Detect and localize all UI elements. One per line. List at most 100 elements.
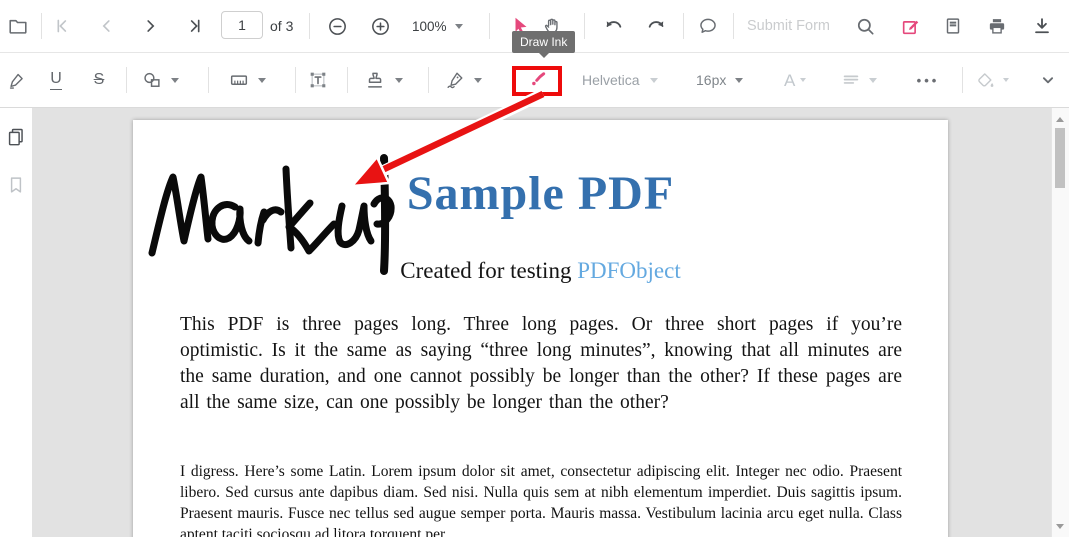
zoom-out-button[interactable]	[321, 10, 353, 42]
print-button[interactable]	[981, 10, 1013, 42]
speech-bubble-icon	[697, 15, 719, 37]
strikeout-tool-button[interactable]: S	[83, 64, 115, 96]
search-button[interactable]	[849, 10, 881, 42]
text-color-icon: A	[784, 72, 795, 89]
ruler-tool-dropdown[interactable]	[228, 53, 266, 107]
submit-form-button[interactable]: Submit Form	[747, 0, 830, 52]
signature-pen-icon	[444, 69, 466, 91]
document-title: Sample PDF	[133, 166, 948, 221]
chevron-down-icon	[171, 78, 179, 83]
chevron-down-icon	[735, 78, 743, 83]
panel-toggle-button[interactable]	[2, 10, 34, 42]
pdf-viewer-app: { "tooltip": { "label": "Draw Ink" }, "t…	[0, 0, 1069, 537]
highlight-tool-button[interactable]	[0, 64, 32, 96]
font-size-dropdown[interactable]: 16px	[696, 53, 743, 107]
shapes-tool-dropdown[interactable]	[141, 53, 179, 107]
font-size-label: 16px	[696, 72, 726, 88]
marker-pen-icon	[6, 70, 27, 91]
undo-button[interactable]	[597, 10, 629, 42]
scroll-up-arrow[interactable]	[1056, 117, 1064, 122]
stamp-icon	[364, 69, 386, 91]
download-icon	[1031, 15, 1053, 37]
divider	[347, 67, 348, 93]
first-page-icon	[53, 15, 75, 37]
ellipsis-icon: •••	[917, 73, 940, 88]
divider	[489, 13, 490, 39]
divider	[41, 13, 42, 39]
text-box-icon	[307, 69, 329, 91]
scroll-down-arrow[interactable]	[1056, 524, 1064, 529]
chevron-down-icon	[1003, 78, 1009, 82]
fill-color-dropdown[interactable]	[975, 53, 1009, 107]
chevron-right-icon	[139, 15, 161, 37]
font-family-dropdown[interactable]: Helvetica	[582, 53, 658, 107]
underline-tool-button[interactable]: U	[40, 64, 72, 96]
document-subtitle: Created for testing PDFObject	[133, 258, 948, 284]
chevron-down-icon	[650, 78, 658, 83]
zoom-level-dropdown[interactable]: 100%	[412, 0, 463, 52]
annotate-mode-button[interactable]	[895, 10, 927, 42]
folder-icon	[7, 15, 29, 37]
last-page-icon	[182, 15, 204, 37]
first-page-button[interactable]	[48, 10, 80, 42]
divider	[428, 67, 429, 93]
text-color-dropdown[interactable]: A	[784, 53, 806, 107]
draw-ink-tooltip: Draw Ink	[512, 31, 575, 53]
paragraph: This PDF is three pages long. Three long…	[180, 312, 902, 416]
chevron-down-icon	[1037, 69, 1059, 91]
edit-annotation-icon	[900, 15, 922, 37]
underline-icon: U	[50, 71, 62, 90]
page-count-label: of 3	[270, 0, 293, 52]
redo-button[interactable]	[641, 10, 673, 42]
thumbnails-panel-button[interactable]	[3, 124, 29, 150]
zoom-out-icon	[326, 15, 349, 38]
chevron-down-icon	[395, 78, 403, 83]
left-sidebar	[0, 108, 32, 537]
font-family-label: Helvetica	[582, 72, 640, 88]
zoom-in-icon	[369, 15, 392, 38]
divider	[962, 67, 963, 93]
collapse-toolbar-button[interactable]	[1032, 64, 1064, 96]
comments-button[interactable]	[692, 10, 724, 42]
align-lines-icon	[840, 69, 862, 91]
previous-page-button[interactable]	[91, 10, 123, 42]
subtitle-text: Created for testing	[400, 258, 577, 283]
pages-icon	[5, 126, 27, 148]
chevron-down-icon	[258, 78, 266, 83]
outlines-panel-button[interactable]	[3, 172, 29, 198]
redo-icon	[646, 15, 668, 37]
notes-list-icon	[942, 15, 964, 37]
strikethrough-icon: S	[94, 72, 105, 88]
document-scroll-area[interactable]: Sample PDF Created for testing PDFObject…	[32, 108, 1052, 537]
shapes-icon	[141, 69, 163, 91]
notes-panel-button[interactable]	[937, 10, 969, 42]
chevron-down-icon	[869, 78, 877, 83]
divider	[208, 67, 209, 93]
divider	[733, 13, 734, 39]
undo-icon	[602, 15, 624, 37]
red-highlight-box	[512, 66, 562, 96]
printer-icon	[986, 15, 1008, 37]
download-button[interactable]	[1026, 10, 1058, 42]
last-page-button[interactable]	[177, 10, 209, 42]
tooltip-pointer	[539, 53, 549, 63]
more-options-button[interactable]: •••	[906, 64, 950, 96]
signature-tool-dropdown[interactable]	[444, 53, 482, 107]
zoom-in-button[interactable]	[364, 10, 396, 42]
stamp-tool-dropdown[interactable]	[364, 53, 403, 107]
zoom-level-label: 100%	[412, 19, 447, 34]
divider	[683, 13, 684, 39]
tooltip-label: Draw Ink	[520, 35, 567, 49]
divider	[584, 13, 585, 39]
next-page-button[interactable]	[134, 10, 166, 42]
pdfobject-link[interactable]: PDFObject	[577, 258, 681, 283]
vertical-scrollbar[interactable]	[1051, 108, 1069, 537]
chevron-down-icon	[455, 24, 463, 29]
text-align-dropdown[interactable]	[840, 53, 877, 107]
free-text-tool-button[interactable]	[302, 64, 334, 96]
divider	[309, 13, 310, 39]
viewer-content: Sample PDF Created for testing PDFObject…	[0, 108, 1069, 537]
divider	[295, 67, 296, 93]
page-number-input[interactable]	[221, 11, 263, 39]
scrollbar-thumb[interactable]	[1055, 128, 1065, 188]
